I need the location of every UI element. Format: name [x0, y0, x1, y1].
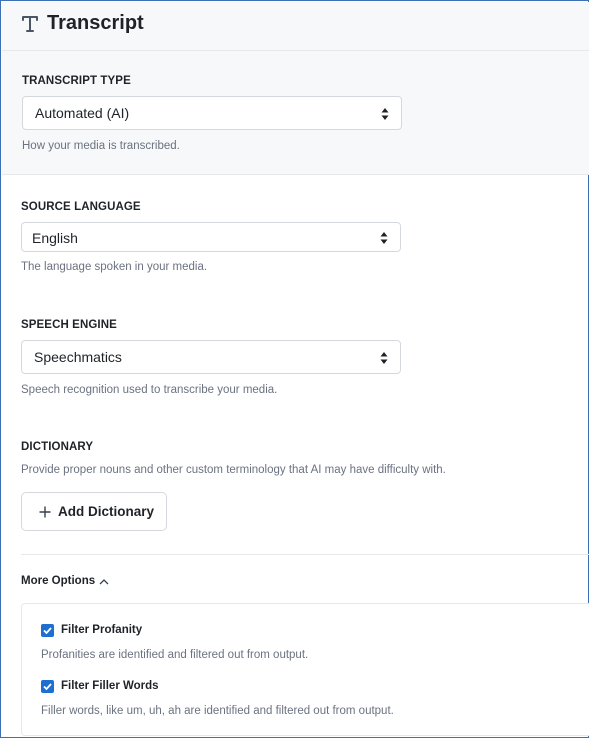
text-t-icon	[21, 13, 39, 35]
filter-profanity-help: Profanities are identified and filtered …	[41, 649, 309, 661]
chevron-up-icon	[99, 577, 109, 585]
panel-header: Transcript	[2, 2, 589, 51]
source-language-label: SOURCE LANGUAGE	[21, 201, 141, 213]
source-language-value: English	[32, 230, 78, 246]
transcript-type-section: TRANSCRIPT TYPE Automated (AI) How your …	[2, 51, 589, 175]
speech-engine-help: Speech recognition used to transcribe yo…	[21, 384, 278, 396]
dictionary-help: Provide proper nouns and other custom te…	[21, 464, 446, 476]
filter-filler-words-help: Filler words, like um, uh, ah are identi…	[41, 705, 394, 717]
more-options-label: More Options	[21, 575, 96, 587]
section-divider	[21, 554, 589, 555]
speech-engine-label: SPEECH ENGINE	[21, 319, 117, 331]
source-language-help: The language spoken in your media.	[21, 261, 208, 273]
plus-icon	[39, 505, 51, 518]
filter-filler-words-checkbox[interactable]	[41, 680, 54, 693]
select-arrows-icon	[381, 107, 389, 121]
speech-engine-value: Speechmatics	[34, 349, 122, 365]
speech-engine-select[interactable]: Speechmatics	[21, 340, 401, 374]
filter-profanity-label[interactable]: Filter Profanity	[61, 624, 142, 636]
transcript-type-select[interactable]: Automated (AI)	[22, 96, 402, 130]
more-options-panel: Filter Profanity Profanities are identif…	[21, 603, 589, 736]
page-title: Transcript	[47, 12, 144, 34]
transcript-settings-panel: Transcript TRANSCRIPT TYPE Automated (AI…	[0, 0, 589, 738]
transcript-type-help: How your media is transcribed.	[22, 140, 180, 152]
add-dictionary-button[interactable]: Add Dictionary	[21, 492, 167, 531]
select-arrows-icon	[380, 231, 388, 245]
transcript-type-value: Automated (AI)	[35, 105, 130, 121]
filter-profanity-checkbox[interactable]	[41, 624, 54, 637]
transcript-type-label: TRANSCRIPT TYPE	[22, 75, 131, 87]
more-options-toggle[interactable]: More Options	[21, 575, 109, 587]
dictionary-label: DICTIONARY	[21, 441, 94, 453]
filter-filler-words-label[interactable]: Filter Filler Words	[61, 680, 159, 692]
add-dictionary-label: Add Dictionary	[58, 504, 155, 519]
source-language-select[interactable]: English	[21, 222, 401, 252]
select-arrows-icon	[380, 351, 388, 365]
